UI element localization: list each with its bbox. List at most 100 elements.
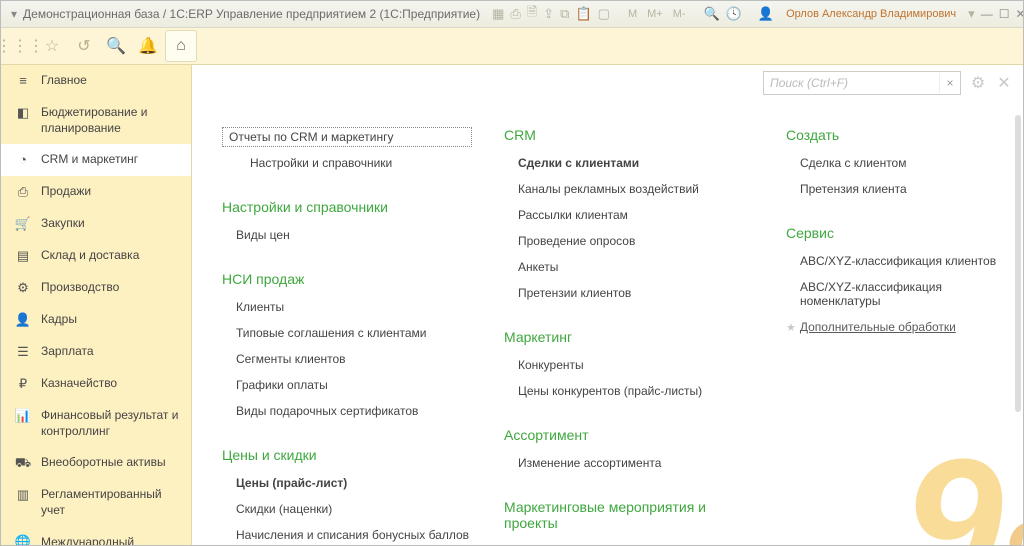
toolbar-copy-icon[interactable]: ⧉ (560, 5, 569, 23)
scrollbar-thumb[interactable] (1015, 115, 1021, 412)
minimize-button[interactable]: — (981, 6, 993, 22)
sidebar-icon: 🌐 (15, 535, 31, 545)
menu-link[interactable]: Клиенты (222, 297, 472, 317)
sidebar-item-8[interactable]: ☰Зарплата (1, 336, 191, 368)
sidebar-icon: 🛒 (15, 216, 31, 232)
menu-link-label: Дополнительные обработки (800, 317, 956, 337)
menu-link[interactable]: Скидки (наценки) (222, 499, 472, 519)
sidebar-item-label: Финансовый результат и контроллинг (41, 408, 181, 439)
menu-link[interactable]: Изменение ассортимента (504, 453, 754, 473)
menu-link[interactable]: Настройки и справочники (236, 153, 472, 173)
sidebar-item-label: Бюджетирование и планирование (41, 105, 181, 136)
search-input[interactable] (764, 73, 939, 93)
menu-link[interactable]: Цены конкурентов (прайс-листы) (504, 381, 754, 401)
column-3: Создать Сделка с клиентом Претензия клиент… (786, 127, 1013, 545)
toolbar-print-icon[interactable]: ⎙ (510, 5, 520, 23)
sidebar-item-0[interactable]: ≡Главное (1, 65, 191, 97)
home-icon[interactable]: ⌂ (165, 30, 197, 62)
sidebar-item-3[interactable]: ⎙Продажи (1, 176, 191, 208)
sidebar-item-label: Регламентированный учет (41, 487, 181, 518)
scrollbar[interactable] (1015, 115, 1021, 539)
titlebar-dropdown-icon[interactable]: ▾ (11, 9, 17, 19)
sidebar-icon: ☰ (15, 344, 31, 360)
group-title: Настройки и справочники (222, 199, 472, 215)
menu-link[interactable]: Претензии клиентов (504, 283, 754, 303)
sidebar-item-label: Международный финансовый учет (41, 535, 181, 545)
toolbar-up-icon[interactable]: ⇪ (543, 5, 554, 23)
sidebar-item-1[interactable]: ◧ Бюджетирование и планирование (1, 97, 191, 144)
column-2: CRM Сделки с клиентами Каналы рекламных во… (504, 127, 754, 545)
toolbar-grid-icon[interactable]: ▦ (492, 5, 504, 23)
settings-gear-icon[interactable]: ⚙ (969, 74, 987, 92)
toolbar-doc-icon[interactable]: 🗎 (527, 5, 537, 23)
menu-link[interactable]: Цены (прайс-лист) (222, 473, 472, 493)
sidebar-item-label: Закупки (41, 216, 181, 232)
menu-link[interactable]: Начисления и списания бонусных баллов (222, 525, 472, 545)
menu-link[interactable]: Рассылки клиентам (504, 205, 754, 225)
sidebar-item-label: Главное (41, 73, 181, 89)
search-box[interactable]: × (763, 71, 961, 95)
maximize-button[interactable]: ☐ (999, 6, 1010, 22)
sidebar-icon: ⚙ (15, 280, 31, 296)
menu-link[interactable]: Графики оплаты (222, 375, 472, 395)
window-title: Демонстрационная база / 1C:ERP Управлени… (23, 7, 480, 21)
close-button[interactable]: ✕ (1015, 6, 1024, 22)
search-icon[interactable]: 🔍 (101, 31, 131, 61)
menu-link[interactable]: Конкуренты (504, 355, 754, 375)
body: ≡Главное◧Бюджетирование и планирование◔C… (1, 65, 1023, 545)
sidebar-item-4[interactable]: 🛒 Закупки (1, 208, 191, 240)
menu-grid-icon[interactable]: ⋮⋮⋮ (5, 31, 35, 61)
sidebar-item-13[interactable]: 🌐 Международный финансовый учет (1, 527, 191, 545)
menu-link[interactable]: Сегменты клиентов (222, 349, 472, 369)
menu-link[interactable]: Проведение опросов (504, 231, 754, 251)
menu-link[interactable]: Каналы рекламных воздействий (504, 179, 754, 199)
sidebar-item-7[interactable]: 👤Кадры (1, 304, 191, 336)
sidebar-item-12[interactable]: ▥ Регламентированный учет (1, 479, 191, 526)
user-icon[interactable]: 👤 (758, 5, 774, 23)
user-dropdown-icon[interactable]: ▾ (968, 5, 975, 23)
group-title: CRM (504, 127, 754, 143)
group-title: Создать (786, 127, 1013, 143)
bell-icon[interactable]: 🔔 (133, 31, 163, 61)
menu-link[interactable]: Отчеты по CRM и маркетингу (222, 127, 472, 147)
toolbar-clock-icon[interactable]: 🕓 (726, 5, 742, 23)
sidebar-icon: ◧ (15, 105, 31, 121)
toolbar-clipboard-icon[interactable]: 📋 (575, 5, 591, 23)
sidebar-item-9[interactable]: ₽Казначейство (1, 368, 191, 400)
sidebar-item-label: Казначейство (41, 376, 181, 392)
sidebar-item-label: Кадры (41, 312, 181, 328)
user-name[interactable]: Орлов Александр Владимирович (786, 8, 956, 20)
menu-link[interactable]: Типовые соглашения с клиентами (222, 323, 472, 343)
menu-link[interactable]: Маркетинговые мероприятия (504, 541, 754, 545)
menu-link[interactable]: ABC/XYZ-классификация номенклатуры (786, 277, 1013, 311)
content-area: 99 × ⚙ ✕ Отчеты по CRM и маркетингуНастр… (192, 65, 1023, 545)
sidebar-item-6[interactable]: ⚙Производство (1, 272, 191, 304)
menu-link[interactable]: ABC/XYZ-классификация клиентов (786, 251, 1013, 271)
mminus-button[interactable]: M- (671, 8, 688, 20)
sidebar-item-10[interactable]: 📊Финансовый результат и контроллинг (1, 400, 191, 447)
mplus-button[interactable]: M+ (645, 8, 665, 20)
sidebar-item-label: Склад и доставка (41, 248, 181, 264)
menu-link[interactable]: ★Дополнительные обработки (786, 317, 1013, 337)
content-header: × ⚙ ✕ (763, 71, 1013, 95)
menu-link[interactable]: Виды цен (222, 225, 472, 245)
menu-link[interactable]: Виды подарочных сертификатов (222, 401, 472, 421)
sidebar-item-11[interactable]: ⛟Внеоборотные активы (1, 447, 191, 479)
menu-link[interactable]: Претензия клиента (786, 179, 1013, 199)
menu-link[interactable]: Сделка с клиентом (786, 153, 1013, 173)
m-button[interactable]: M (626, 8, 639, 20)
toolbar-zoom-icon[interactable]: 🔍 (704, 5, 720, 23)
sidebar-item-2[interactable]: ◔CRM и маркетинг (1, 144, 191, 176)
menu-link[interactable]: Сделки с клиентами (504, 153, 754, 173)
search-clear-button[interactable]: × (939, 73, 960, 93)
sidebar-icon: ◔ (15, 152, 31, 168)
toolbar-calc-icon[interactable]: ▢ (598, 5, 610, 23)
group-title: Маркетинговые мероприятия и проекты (504, 499, 754, 531)
history-icon[interactable]: ↺ (69, 31, 99, 61)
close-panel-icon[interactable]: ✕ (995, 74, 1013, 92)
menu-link[interactable]: Анкеты (504, 257, 754, 277)
sidebar-icon: ▥ (15, 487, 31, 503)
sidebar-item-5[interactable]: ▤ Склад и доставка (1, 240, 191, 272)
star-icon[interactable]: ☆ (37, 31, 67, 61)
sidebar-icon: ▤ (15, 248, 31, 264)
